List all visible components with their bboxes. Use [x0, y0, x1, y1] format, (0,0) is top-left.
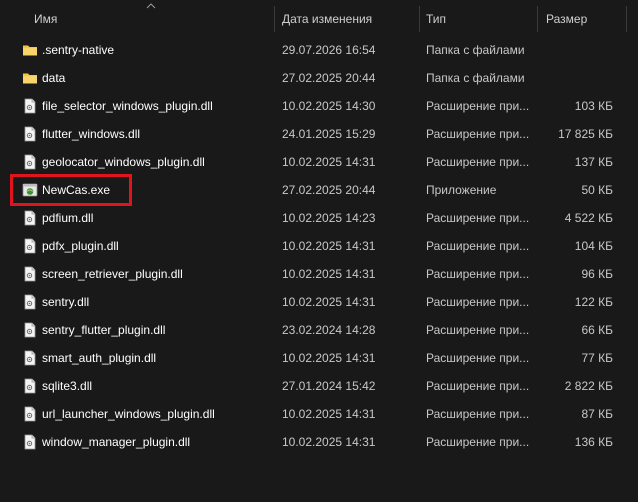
file-date-modified: 24.01.2025 15:29 — [282, 127, 376, 141]
file-row[interactable]: screen_retriever_plugin.dll 10.02.2025 14… — [0, 260, 638, 288]
dll-file-icon — [22, 238, 38, 254]
file-size: 122 КБ — [574, 295, 613, 309]
file-type: Расширение при... — [426, 211, 530, 225]
file-row[interactable]: flutter_windows.dll 24.01.2025 15:29 Расши… — [0, 120, 638, 148]
file-size — [540, 64, 613, 92]
file-date-modified: 27.01.2024 15:42 — [282, 379, 376, 393]
file-row[interactable]: sqlite3.dll 27.01.2024 15:42 Расширение пр… — [0, 372, 638, 400]
file-name: sentry_flutter_plugin.dll — [42, 323, 166, 337]
file-name: geolocator_windows_plugin.dll — [42, 155, 205, 169]
file-date-modified: 10.02.2025 14:23 — [282, 211, 376, 225]
file-row[interactable]: sentry.dll 10.02.2025 14:31 Расширение при… — [0, 288, 638, 316]
column-divider[interactable] — [419, 6, 420, 32]
file-size: 4 522 КБ — [564, 211, 613, 225]
file-name: url_launcher_windows_plugin.dll — [42, 407, 215, 421]
file-name: data — [42, 71, 66, 85]
column-header-bar: Имя Дата изменения Тип Размер — [0, 0, 638, 36]
file-type: Расширение при... — [426, 99, 530, 113]
dll-file-icon — [22, 294, 38, 310]
file-row[interactable]: pdfium.dll 10.02.2025 14:23 Расширение при… — [0, 204, 638, 232]
dll-file-icon — [22, 98, 38, 114]
file-name: flutter_windows.dll — [42, 127, 141, 141]
file-size: 50 КБ — [581, 183, 613, 197]
file-date-modified: 10.02.2025 14:31 — [282, 295, 376, 309]
column-divider[interactable] — [537, 6, 538, 32]
file-row[interactable]: smart_auth_plugin.dll 10.02.2025 14:31 Рас… — [0, 344, 638, 372]
file-type: Расширение при... — [426, 127, 530, 141]
file-size: 87 КБ — [581, 407, 613, 421]
file-row[interactable]: window_manager_plugin.dll 10.02.2025 14:3… — [0, 428, 638, 456]
file-name: sqlite3.dll — [42, 379, 93, 393]
dll-file-icon — [22, 350, 38, 366]
file-name: file_selector_windows_plugin.dll — [42, 99, 213, 113]
file-name: smart_auth_plugin.dll — [42, 351, 157, 365]
file-size: 2 822 КБ — [564, 379, 613, 393]
file-size: 104 КБ — [574, 239, 613, 253]
file-row[interactable]: geolocator_windows_plugin.dll 10.02.2025 … — [0, 148, 638, 176]
column-divider[interactable] — [626, 6, 627, 32]
file-size: 77 КБ — [581, 351, 613, 365]
dll-file-icon — [22, 378, 38, 394]
dll-file-icon — [22, 210, 38, 226]
file-row[interactable]: url_launcher_windows_plugin.dll 10.02.202… — [0, 400, 638, 428]
file-type: Приложение — [426, 183, 497, 197]
file-date-modified: 29.07.2026 16:54 — [282, 43, 376, 57]
dll-file-icon — [22, 266, 38, 282]
file-type: Расширение при... — [426, 435, 530, 449]
file-row[interactable]: sentry_flutter_plugin.dll 23.02.2024 14:2… — [0, 316, 638, 344]
file-size: 136 КБ — [574, 435, 613, 449]
file-date-modified: 23.02.2024 14:28 — [282, 323, 376, 337]
dll-file-icon — [22, 322, 38, 338]
dll-file-icon — [22, 154, 38, 170]
column-divider[interactable] — [274, 6, 275, 32]
file-date-modified: 27.02.2025 20:44 — [282, 183, 376, 197]
file-type: Папка с файлами — [426, 43, 525, 57]
column-header-date[interactable]: Дата изменения — [282, 0, 372, 36]
file-date-modified: 10.02.2025 14:31 — [282, 155, 376, 169]
file-row[interactable]: file_selector_windows_plugin.dll 10.02.20… — [0, 92, 638, 120]
file-name: pdfx_plugin.dll — [42, 239, 119, 253]
file-name: sentry.dll — [42, 295, 90, 309]
file-size: 137 КБ — [574, 155, 613, 169]
file-name: screen_retriever_plugin.dll — [42, 267, 183, 281]
file-type: Расширение при... — [426, 407, 530, 421]
file-row[interactable]: .sentry-native 29.07.2026 16:54 Папка с фа… — [0, 36, 638, 64]
file-size: 17 825 КБ — [558, 127, 613, 141]
column-header-name[interactable]: Имя — [34, 0, 57, 36]
file-date-modified: 27.02.2025 20:44 — [282, 71, 376, 85]
dll-file-icon — [22, 434, 38, 450]
column-header-size[interactable]: Размер — [546, 0, 587, 36]
file-date-modified: 10.02.2025 14:30 — [282, 99, 376, 113]
red-highlight-annotation — [10, 174, 132, 206]
file-type: Расширение при... — [426, 155, 530, 169]
column-header-type[interactable]: Тип — [426, 0, 446, 36]
sort-ascending-icon — [146, 3, 156, 9]
file-size: 103 КБ — [574, 99, 613, 113]
file-name: window_manager_plugin.dll — [42, 435, 191, 449]
folder-icon — [22, 70, 38, 86]
file-type: Расширение при... — [426, 295, 530, 309]
file-name: .sentry-native — [42, 43, 115, 57]
dll-file-icon — [22, 406, 38, 422]
dll-file-icon — [22, 126, 38, 142]
file-type: Расширение при... — [426, 239, 530, 253]
file-date-modified: 10.02.2025 14:31 — [282, 351, 376, 365]
file-type: Расширение при... — [426, 267, 530, 281]
file-size: 96 КБ — [581, 267, 613, 281]
file-name: pdfium.dll — [42, 211, 94, 225]
file-size: 66 КБ — [581, 323, 613, 337]
file-row[interactable]: pdfx_plugin.dll 10.02.2025 14:31 Расширени… — [0, 232, 638, 260]
file-type: Расширение при... — [426, 379, 530, 393]
file-row[interactable]: data 27.02.2025 20:44 Папка с файлами — [0, 64, 638, 92]
file-size — [540, 36, 613, 64]
file-type: Папка с файлами — [426, 71, 525, 85]
file-type: Расширение при... — [426, 323, 530, 337]
file-type: Расширение при... — [426, 351, 530, 365]
file-date-modified: 10.02.2025 14:31 — [282, 407, 376, 421]
file-date-modified: 10.02.2025 14:31 — [282, 239, 376, 253]
file-date-modified: 10.02.2025 14:31 — [282, 267, 376, 281]
folder-icon — [22, 42, 38, 58]
file-date-modified: 10.02.2025 14:31 — [282, 435, 376, 449]
